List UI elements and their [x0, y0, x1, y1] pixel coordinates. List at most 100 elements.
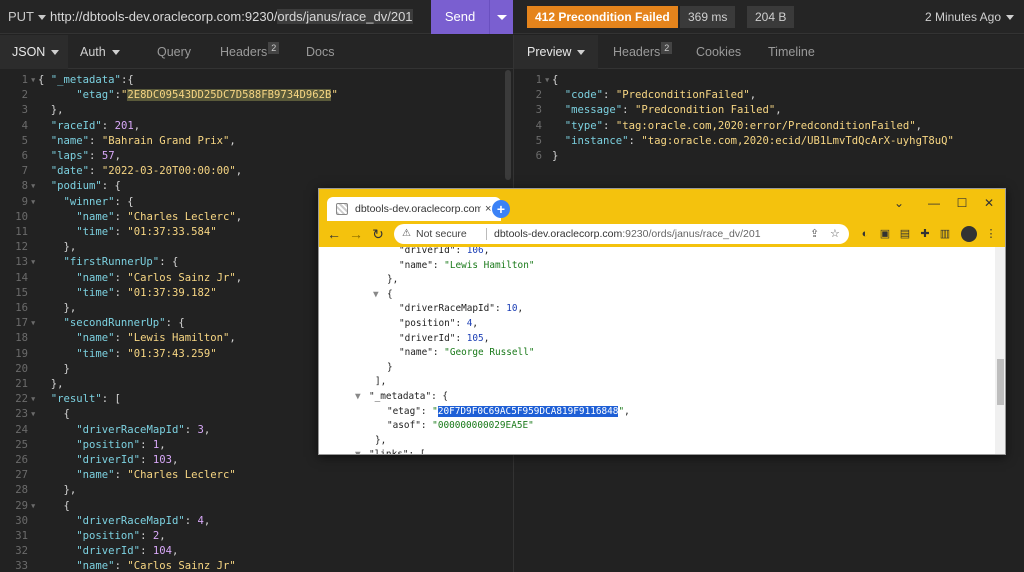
request-bar: PUT http://dbtools-dev.oraclecorp.com:92… [0, 0, 1024, 34]
json-line: } [387, 361, 393, 373]
extension-icon[interactable]: ◐ [857, 226, 873, 242]
address-path: :9230/ords/janus/race_dv/201 [622, 228, 761, 240]
history-dropdown[interactable]: 2 Minutes Ago [925, 0, 1014, 34]
tab-label: Auth [80, 45, 106, 59]
code-line[interactable]: 6 "laps": 57, [0, 149, 500, 164]
tab-response-headers[interactable]: Headers 2 [613, 35, 673, 69]
close-window-icon[interactable]: ✕ [979, 193, 999, 213]
send-options-button[interactable] [489, 0, 513, 34]
code-line: 6} [535, 150, 559, 162]
browser-tab[interactable]: dbtools-dev.oraclecorp.com:9230 × [327, 197, 501, 221]
warning-icon[interactable]: ⚠ [402, 224, 411, 244]
not-secure-label[interactable]: Not secure [416, 224, 467, 244]
tab-docs[interactable]: Docs [306, 35, 334, 69]
extension-icon[interactable]: ▥ [937, 226, 953, 242]
browser-page-content: "driverId": 106, "name": "Lewis Hamilton"… [319, 247, 1005, 454]
headers-count-badge: 2 [268, 41, 280, 54]
code-line[interactable]: 31 "position": 2, [0, 529, 500, 544]
tab-headers[interactable]: Headers 2 [220, 35, 280, 69]
forward-arrow-icon[interactable]: → [347, 224, 365, 244]
browser-scrollbar-thumb[interactable] [997, 359, 1004, 405]
code-line[interactable]: 5 "name": "Bahrain Grand Prix", [0, 134, 500, 149]
json-line: "driverId": 105, [399, 332, 490, 344]
url-input[interactable]: http://dbtools-dev.oraclecorp.com:9230/o… [50, 0, 430, 34]
browser-titlebar: dbtools-dev.oraclecorp.com:9230 × + ⌄ — … [319, 189, 1005, 221]
tab-label: Cookies [696, 45, 742, 59]
code-line[interactable]: 1 ▾{ "_metadata":{ [0, 73, 500, 88]
code-line[interactable]: 29 ▾ { [0, 499, 500, 514]
share-icon[interactable]: ⇪ [810, 224, 819, 244]
puzzle-icon[interactable]: ✚ [917, 226, 933, 242]
code-line: 2 "code": "PredconditionFailed", [535, 89, 757, 102]
json-line: "name": "George Russell" [399, 347, 535, 359]
code-line[interactable]: 30 "driverRaceMapId": 4, [0, 514, 500, 529]
chevron-down-icon[interactable]: ⌄ [889, 193, 909, 213]
chevron-down-icon [577, 50, 586, 56]
code-line: 3 "message": "Predcondition Failed", [535, 104, 782, 117]
json-line: "position": 4, [399, 318, 479, 329]
url-path: ords/janus/race_dv/201 [277, 9, 413, 24]
extension-icon[interactable]: ▤ [897, 226, 913, 242]
chevron-down-icon [1006, 15, 1014, 21]
json-line: "driverRaceMapId": 10, [399, 303, 524, 315]
response-tabs: Preview Headers 2 Cookies Timeline [514, 35, 1024, 69]
code-line[interactable]: 26 "driverId": 103, [0, 453, 500, 468]
json-line: }, [387, 274, 399, 286]
code-line[interactable]: 3 }, [0, 103, 500, 118]
json-line: ▼ "_metadata": { [355, 391, 449, 402]
json-line: }, [375, 434, 387, 446]
chevron-down-icon [51, 50, 60, 56]
response-preview: 1 ▾{ 2 "code": "PredconditionFailed", 3 "me… [514, 73, 1024, 193]
address-text[interactable]: dbtools-dev.oraclecorp.com:9230/ords/jan… [494, 224, 761, 244]
tab-label: Headers [613, 45, 661, 59]
code-line: 5 "instance": "tag:oracle.com,2020:ecid/… [535, 134, 954, 147]
code-line: 1 ▾{ [535, 74, 559, 86]
tab-json[interactable]: JSON [0, 35, 68, 69]
tab-auth[interactable]: Auth [80, 35, 120, 69]
json-line: "name": "Lewis Hamilton" [399, 259, 535, 271]
json-line: "asof": "000000000029EA5E" [387, 420, 534, 432]
editor-scrollbar[interactable] [505, 70, 511, 180]
status-badge: 412 Precondition Failed [527, 6, 678, 28]
tab-timeline[interactable]: Timeline [768, 35, 815, 69]
address-separator [486, 228, 487, 240]
code-line[interactable]: 4 "raceId": 201, [0, 119, 500, 134]
code-line[interactable]: 7 "date": "2022-03-20T00:00:00", [0, 164, 500, 179]
response-time-badge: 369 ms [680, 6, 736, 28]
code-line[interactable]: 32 "driverId": 104, [0, 544, 500, 559]
code-line[interactable]: 27 "name": "Charles Leclerc" [0, 468, 500, 483]
extension-icon[interactable]: ▣ [877, 226, 893, 242]
tab-preview[interactable]: Preview [514, 35, 598, 69]
method-dropdown[interactable]: PUT [8, 0, 46, 34]
tab-label: Docs [306, 45, 335, 59]
reload-icon[interactable]: ↻ [369, 224, 387, 244]
maximize-icon[interactable]: ☐ [952, 193, 972, 213]
browser-window: dbtools-dev.oraclecorp.com:9230 × + ⌄ — … [318, 188, 1006, 455]
tab-query[interactable]: Query [157, 35, 191, 69]
tab-label: Timeline [768, 45, 815, 59]
send-button[interactable]: Send [431, 0, 489, 34]
star-icon[interactable]: ☆ [830, 224, 840, 244]
json-line: ], [375, 376, 387, 388]
tab-label: Preview [527, 45, 572, 59]
profile-avatar[interactable] [961, 226, 977, 242]
close-tab-icon[interactable]: × [485, 197, 491, 221]
tab-label: Query [157, 45, 192, 59]
response-size-badge: 204 B [747, 6, 795, 28]
tab-cookies[interactable]: Cookies [696, 35, 741, 69]
menu-icon[interactable]: ⋮ [983, 226, 999, 242]
tab-label: JSON [12, 45, 46, 59]
time-ago-label: 2 Minutes Ago [924, 10, 1001, 24]
address-bar[interactable]: ⚠ Not secure dbtools-dev.oraclecorp.com:… [394, 224, 849, 244]
address-host: dbtools-dev.oraclecorp.com [494, 228, 623, 240]
minimize-icon[interactable]: — [924, 193, 944, 213]
browser-scrollbar[interactable] [995, 247, 1005, 454]
code-line[interactable]: 33 "name": "Carlos Sainz Jr" [0, 559, 500, 572]
browser-toolbar: ← → ↻ ⚠ Not secure dbtools-dev.oraclecor… [319, 221, 1005, 247]
back-arrow-icon[interactable]: ← [325, 224, 343, 244]
json-line: "driverId": 106, [399, 247, 490, 256]
tab-label: Headers [220, 45, 268, 59]
code-line[interactable]: 28 }, [0, 483, 500, 498]
code-line[interactable]: 2 "etag":"2E8DC09543DD25DC7D588FB9734D96… [0, 88, 500, 103]
new-tab-button[interactable]: + [492, 200, 510, 218]
